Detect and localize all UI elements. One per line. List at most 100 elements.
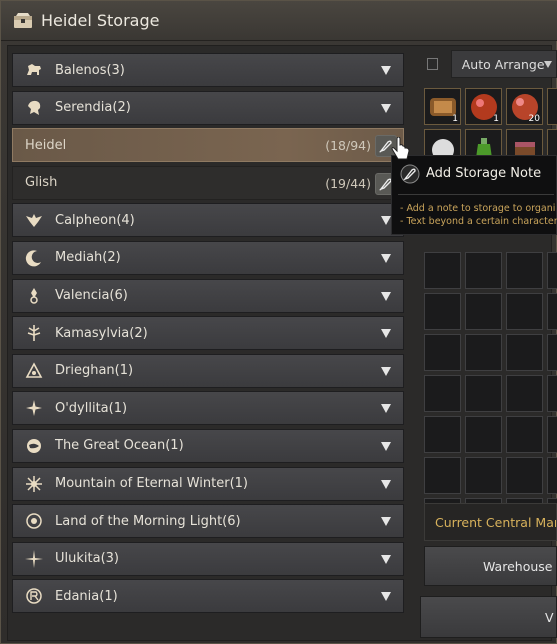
storage-slot[interactable]: [465, 457, 502, 494]
auto-arrange-dropdown[interactable]: Auto Arrange: [450, 50, 557, 78]
storage-slot[interactable]: [465, 252, 502, 289]
storage-slot[interactable]: [424, 334, 461, 371]
storage-slot[interactable]: [547, 416, 557, 453]
warehouse-button[interactable]: Warehouse: [424, 546, 557, 586]
region-label: Land of the Morning Light(6): [55, 513, 241, 529]
storage-slot[interactable]: [506, 252, 543, 289]
region-label: O'dyllita(1): [55, 400, 128, 416]
expand-arrow-icon[interactable]: [381, 479, 391, 489]
v-button[interactable]: V: [420, 596, 557, 638]
storage-slot[interactable]: [547, 252, 557, 289]
storage-slot[interactable]: [424, 252, 461, 289]
triangle-emblem-icon: [23, 360, 45, 382]
item-quantity: 1: [452, 114, 458, 124]
item-quantity: 20: [528, 114, 540, 124]
storage-slot[interactable]: [465, 375, 502, 412]
expand-arrow-icon[interactable]: [381, 291, 391, 301]
storage-panel: Auto Arrange 1 1 20 1: [420, 48, 557, 644]
storage-chest-icon: [14, 12, 32, 28]
expand-arrow-icon[interactable]: [381, 554, 391, 564]
expand-arrow-icon[interactable]: [381, 216, 391, 226]
flower-emblem-icon: [23, 397, 45, 419]
expand-arrow-icon[interactable]: [381, 592, 391, 602]
storage-slot[interactable]: [465, 334, 502, 371]
expand-arrow-icon[interactable]: [381, 366, 391, 376]
region-great-ocean[interactable]: The Great Ocean(1): [12, 428, 404, 463]
central-market-label: Current Central Mark: [424, 503, 557, 541]
expand-arrow-icon[interactable]: [381, 441, 391, 451]
region-drieghan[interactable]: Drieghan(1): [12, 353, 404, 388]
item-quantity: 1: [493, 114, 499, 124]
storage-slot[interactable]: [547, 334, 557, 371]
storage-count: (18/94): [325, 138, 371, 154]
expand-arrow-icon[interactable]: [381, 517, 391, 527]
region-list: Balenos(3) Serendia(2) Heidel (18/94) Gl…: [12, 53, 404, 617]
region-label: Ulukita(3): [55, 551, 119, 567]
region-odyllita[interactable]: O'dyllita(1): [12, 391, 404, 426]
storage-slot[interactable]: [465, 293, 502, 330]
expand-arrow-icon[interactable]: [381, 103, 391, 113]
region-label: Mediah(2): [55, 250, 121, 266]
storage-count: (19/44): [325, 175, 371, 191]
sun-emblem-icon: [23, 285, 45, 307]
eagle-icon: [23, 209, 45, 231]
storage-slot[interactable]: [547, 88, 557, 125]
region-morning-light[interactable]: Land of the Morning Light(6): [12, 504, 404, 539]
lotus-icon: [23, 510, 45, 532]
star-burst-icon: [23, 548, 45, 570]
region-label: Calpheon(4): [55, 212, 135, 228]
region-serendia[interactable]: Serendia(2): [12, 90, 404, 125]
storage-slot[interactable]: [424, 416, 461, 453]
region-eternal-winter[interactable]: Mountain of Eternal Winter(1): [12, 466, 404, 501]
expand-arrow-icon[interactable]: [381, 404, 391, 414]
storage-slot[interactable]: 20: [506, 88, 543, 125]
auto-arrange-label: Auto Arrange: [461, 56, 545, 72]
expand-arrow-icon[interactable]: [381, 253, 391, 263]
region-ulukita[interactable]: Ulukita(3): [12, 541, 404, 576]
town-heidel[interactable]: Heidel (18/94): [12, 128, 404, 163]
region-valencia[interactable]: Valencia(6): [12, 278, 404, 313]
storage-slot[interactable]: [547, 457, 557, 494]
window-title: Heidel Storage: [41, 11, 160, 30]
region-label: Kamasylvia(2): [55, 325, 148, 341]
storage-slot[interactable]: [506, 334, 543, 371]
storage-slot[interactable]: [465, 416, 502, 453]
storage-slot[interactable]: [506, 457, 543, 494]
region-label: Balenos(3): [55, 62, 125, 78]
storage-slot[interactable]: [547, 293, 557, 330]
snowflake-icon: [23, 473, 45, 495]
title-bar[interactable]: Heidel Storage: [1, 1, 557, 41]
tooltip-line: - Add a note to storage to organi: [400, 203, 556, 214]
feather-icon: [400, 164, 420, 184]
town-glish[interactable]: Glish (19/44): [12, 165, 404, 200]
lion-icon: [23, 97, 45, 119]
tooltip-title: Add Storage Note: [426, 166, 542, 181]
add-storage-note-tooltip: Add Storage Note - Add a note to storage…: [391, 155, 557, 235]
storage-slot[interactable]: [424, 375, 461, 412]
tree-icon: [23, 322, 45, 344]
region-label: Serendia(2): [55, 100, 131, 116]
storage-toolbar: Auto Arrange: [420, 48, 557, 80]
region-edania[interactable]: Edania(1): [12, 579, 404, 614]
auto-arrange-checkbox[interactable]: [427, 58, 438, 70]
expand-arrow-icon[interactable]: [381, 66, 391, 75]
region-label: Edania(1): [55, 588, 118, 604]
storage-slot[interactable]: [547, 375, 557, 412]
hand-cursor-icon: [391, 137, 410, 160]
storage-slot[interactable]: 1: [465, 88, 502, 125]
storage-slot[interactable]: 1: [424, 88, 461, 125]
region-label: Drieghan(1): [55, 363, 134, 379]
region-kamasylvia[interactable]: Kamasylvia(2): [12, 316, 404, 351]
region-mediah[interactable]: Mediah(2): [12, 240, 404, 275]
expand-arrow-icon[interactable]: [381, 329, 391, 339]
region-calpheon[interactable]: Calpheon(4): [12, 203, 404, 238]
tooltip-divider: [398, 194, 554, 195]
horse-icon: [23, 59, 45, 81]
moon-icon: [23, 247, 45, 269]
storage-slot[interactable]: [506, 375, 543, 412]
storage-slot[interactable]: [424, 457, 461, 494]
storage-slot[interactable]: [506, 293, 543, 330]
storage-slot[interactable]: [506, 416, 543, 453]
storage-slot[interactable]: [424, 293, 461, 330]
region-balenos[interactable]: Balenos(3): [12, 53, 404, 87]
